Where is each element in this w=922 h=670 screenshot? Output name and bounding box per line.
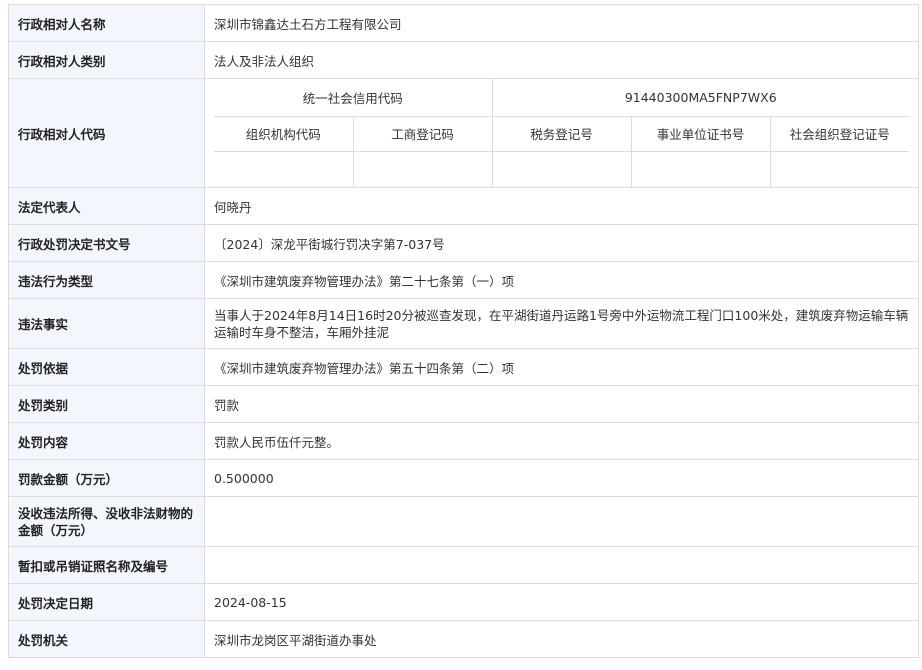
label-basis: 处罚依据	[8, 348, 205, 386]
business-reg-header: 工商登记码	[352, 115, 493, 152]
row-category: 处罚类别 罚款	[8, 385, 919, 423]
row-license: 暂扣或吊销证照名称及编号	[8, 546, 919, 584]
value-decision-no: 〔2024〕深龙平街城行罚决字第7-037号	[204, 224, 919, 262]
tax-reg-header: 税务登记号	[491, 115, 632, 152]
value-violation-facts: 当事人于2024年8月14日16时20分被巡查发现，在平湖街道丹运路1号旁中外运…	[204, 298, 919, 349]
label-category: 处罚类别	[8, 385, 205, 423]
row-party-code: 行政相对人代码 统一社会信用代码 91440300MA5FNP7WX6 组织机构…	[8, 78, 919, 188]
social-org-reg-value	[769, 150, 909, 187]
value-authority: 深圳市龙岗区平湖街道办事处	[204, 620, 919, 658]
value-party-type: 法人及非法人组织	[204, 41, 919, 79]
value-confiscation	[204, 496, 919, 547]
row-content: 处罚内容 罚款人民币伍仟元整。	[8, 422, 919, 460]
value-party-name: 深圳市锦鑫达土石方工程有限公司	[204, 4, 919, 42]
label-authority: 处罚机关	[8, 620, 205, 658]
org-code-value	[214, 150, 354, 187]
value-content: 罚款人民币伍仟元整。	[204, 422, 919, 460]
row-violation-type: 违法行为类型 《深圳市建筑废弃物管理办法》第二十七条第（一）项	[8, 261, 919, 299]
label-content: 处罚内容	[8, 422, 205, 460]
row-legal-rep: 法定代表人 何晓丹	[8, 187, 919, 225]
label-fine-amount: 罚款金额（万元）	[8, 459, 205, 497]
row-party-type: 行政相对人类别 法人及非法人组织	[8, 41, 919, 79]
row-decision-no: 行政处罚决定书文号 〔2024〕深龙平街城行罚决字第7-037号	[8, 224, 919, 262]
label-license: 暂扣或吊销证照名称及编号	[8, 546, 205, 584]
value-fine-amount: 0.500000	[204, 459, 919, 497]
label-decision-date: 处罚决定日期	[8, 583, 205, 621]
value-violation-type: 《深圳市建筑废弃物管理办法》第二十七条第（一）项	[204, 261, 919, 299]
tax-reg-value	[491, 150, 632, 187]
label-party-code: 行政相对人代码	[8, 78, 205, 188]
value-license	[204, 546, 919, 584]
row-authority: 处罚机关 深圳市龙岗区平湖街道办事处	[8, 620, 919, 658]
value-category: 罚款	[204, 385, 919, 423]
label-legal-rep: 法定代表人	[8, 187, 205, 225]
row-violation-facts: 违法事实 当事人于2024年8月14日16时20分被巡查发现，在平湖街道丹运路1…	[8, 298, 919, 349]
penalty-info-table: 行政相对人名称 深圳市锦鑫达土石方工程有限公司 行政相对人类别 法人及非法人组织…	[8, 4, 919, 658]
institution-cert-header: 事业单位证书号	[630, 115, 771, 152]
credit-code-label: 统一社会信用代码	[214, 79, 493, 117]
row-fine-amount: 罚款金额（万元） 0.500000	[8, 459, 919, 497]
label-violation-type: 违法行为类型	[8, 261, 205, 299]
label-violation-facts: 违法事实	[8, 298, 205, 349]
row-confiscation: 没收违法所得、没收非法财物的金额（万元）	[8, 496, 919, 547]
party-code-subtable: 统一社会信用代码 91440300MA5FNP7WX6 组织机构代码 工商登记码…	[214, 79, 909, 187]
business-reg-value	[352, 150, 493, 187]
value-legal-rep: 何晓丹	[204, 187, 919, 225]
value-basis: 《深圳市建筑废弃物管理办法》第五十四条第（二）项	[204, 348, 919, 386]
org-code-header: 组织机构代码	[214, 115, 354, 152]
institution-cert-value	[630, 150, 771, 187]
label-party-type: 行政相对人类别	[8, 41, 205, 79]
party-code-cell: 统一社会信用代码 91440300MA5FNP7WX6 组织机构代码 工商登记码…	[204, 78, 919, 188]
label-confiscation: 没收违法所得、没收非法财物的金额（万元）	[8, 496, 205, 547]
row-decision-date: 处罚决定日期 2024-08-15	[8, 583, 919, 621]
label-decision-no: 行政处罚决定书文号	[8, 224, 205, 262]
row-basis: 处罚依据 《深圳市建筑废弃物管理办法》第五十四条第（二）项	[8, 348, 919, 386]
label-party-name: 行政相对人名称	[8, 4, 205, 42]
social-org-reg-header: 社会组织登记证号	[769, 115, 909, 152]
credit-code-value: 91440300MA5FNP7WX6	[491, 79, 909, 117]
row-party-name: 行政相对人名称 深圳市锦鑫达土石方工程有限公司	[8, 4, 919, 42]
value-decision-date: 2024-08-15	[204, 583, 919, 621]
